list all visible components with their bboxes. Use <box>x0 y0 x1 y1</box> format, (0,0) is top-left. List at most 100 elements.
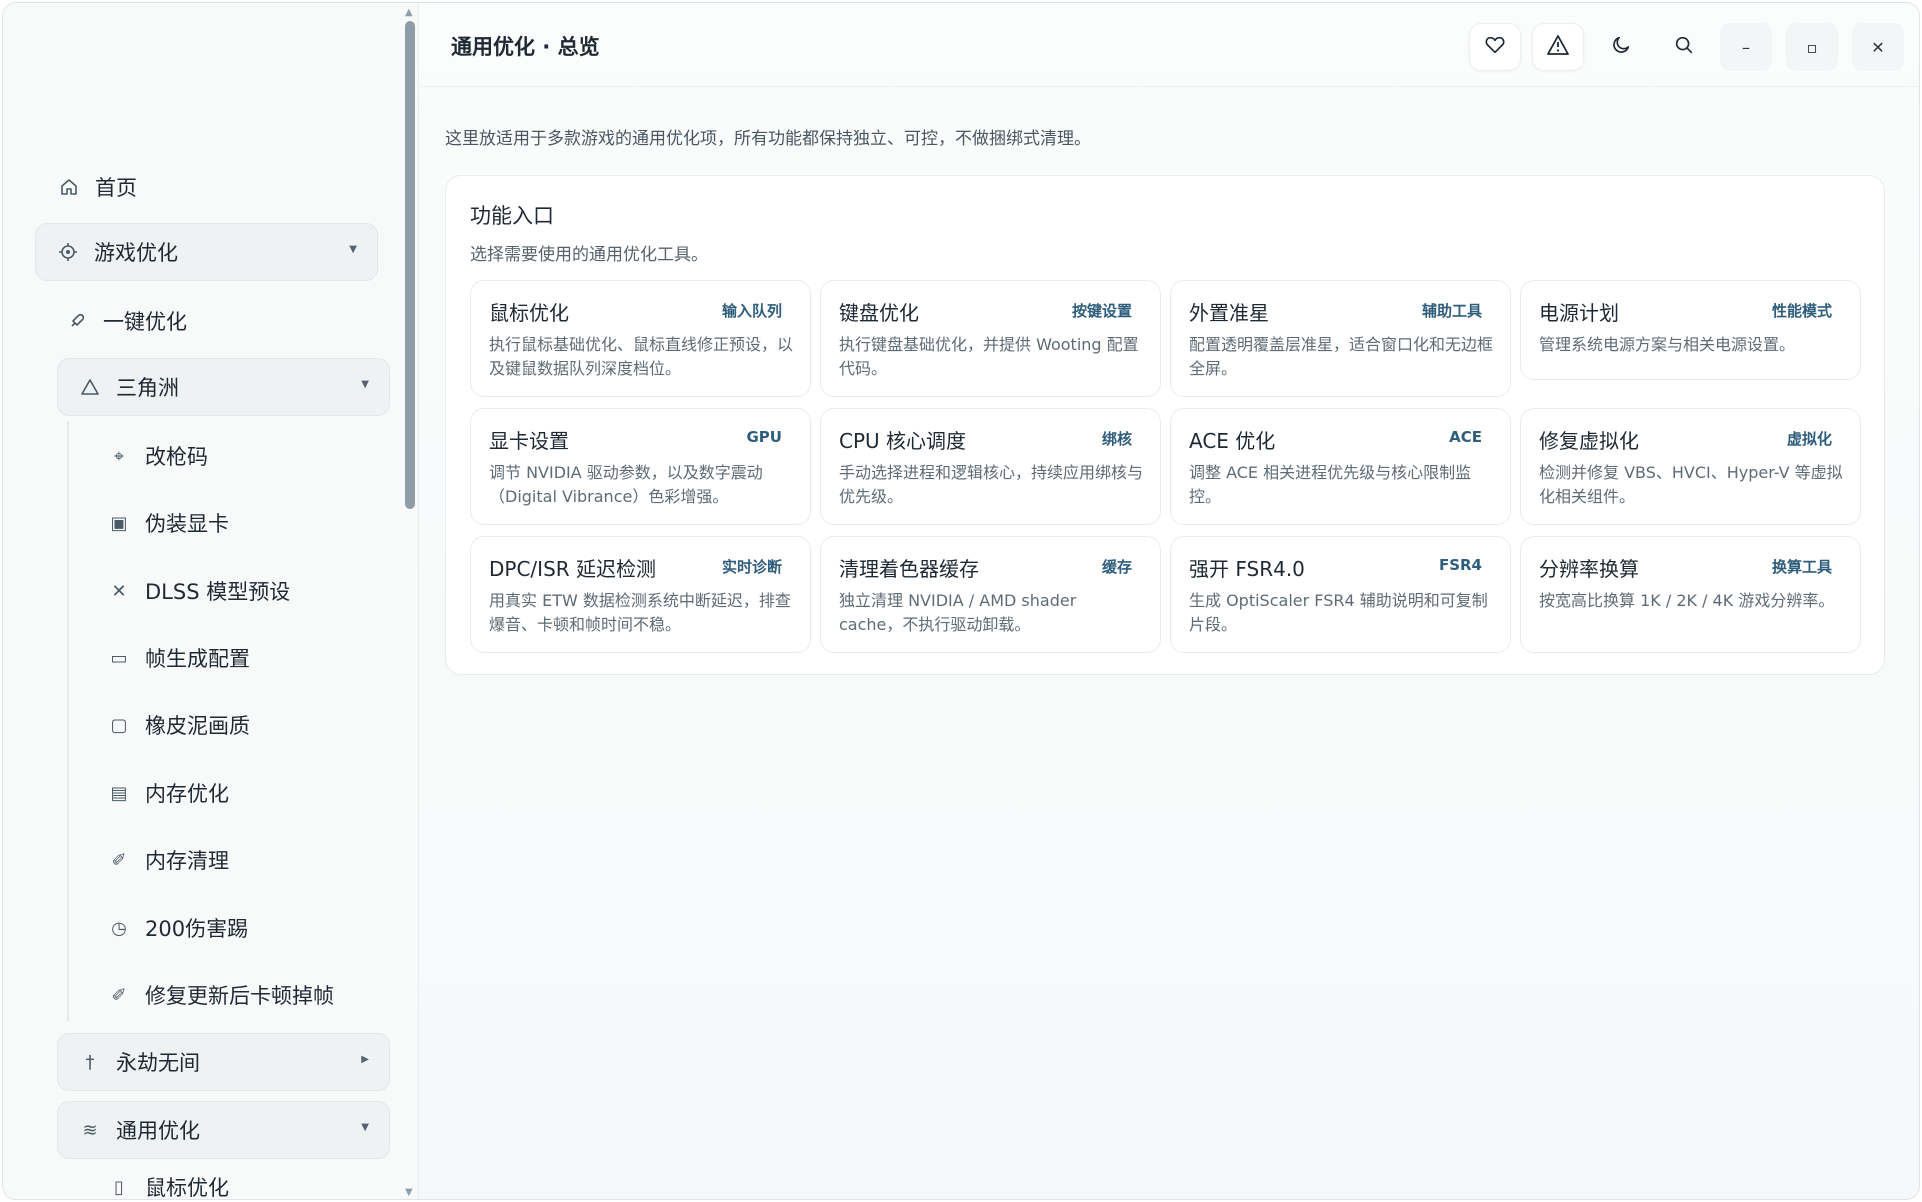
caret-down-icon: ▼ <box>361 1122 369 1133</box>
sidebar-item-label: 伪装显卡 <box>145 512 229 536</box>
sidebar-item-home[interactable]: 首页 <box>57 159 137 215</box>
card-description: 执行键盘基础优化，并提供 Wooting 配置代码。 <box>839 335 1139 378</box>
moon-icon <box>1610 34 1632 60</box>
timer-icon: ◷ <box>111 917 127 939</box>
sidebar-scrollbar-thumb[interactable] <box>405 21 415 509</box>
card-tag: 缓存 <box>1101 558 1132 576</box>
sidebar-item-one-click[interactable]: 一键优化 <box>65 293 187 349</box>
sidebar-item-label: 帧生成配置 <box>145 647 250 671</box>
warning-button[interactable] <box>1532 23 1584 71</box>
sidebar-item-label: 鼠标优化 <box>145 1176 229 1200</box>
card-power-plan[interactable]: 电源计划 性能模式 管理系统电源方案与相关电源设置。 <box>1520 280 1861 380</box>
sidebar-group-label: 永劫无间 <box>116 1051 200 1075</box>
card-tag: 按键设置 <box>1071 302 1132 320</box>
card-mouse-optimization[interactable]: 鼠标优化 输入队列 执行鼠标基础优化、鼠标直线修正预设，以及键鼠数据队列深度档位… <box>470 280 811 397</box>
sidebar-item-clay-quality[interactable]: ▢ 橡皮泥画质 <box>107 697 250 753</box>
card-tag: ACE <box>1449 428 1482 446</box>
card-title: 清理着色器缓存 <box>839 557 979 581</box>
card-description: 检测并修复 VBS、HVCI、Hyper-V 等虚拟化相关组件。 <box>1539 463 1843 506</box>
panel-title: 功能入口 <box>470 204 554 228</box>
card-description: 调节 NVIDIA 驱动参数，以及数字震动（Digital Vibrance）色… <box>489 463 763 506</box>
memory-icon: ▤ <box>110 782 128 804</box>
card-fix-virtualization[interactable]: 修复虚拟化 虚拟化 检测并修复 VBS、HVCI、Hyper-V 等虚拟化相关组… <box>1520 408 1861 525</box>
sidebar-group-general[interactable]: ≋ 通用优化 ▼ <box>57 1101 390 1159</box>
rocket-icon <box>65 311 89 331</box>
main-content: 通用优化 · 总览 – ▫ ✕ 这里放适用于多款游戏的通用优化项，所有功能都保持… <box>420 3 1919 1199</box>
maximize-button[interactable]: ▫ <box>1786 23 1838 71</box>
caret-down-icon: ▼ <box>361 379 369 390</box>
sidebar-item-frame-gen[interactable]: ▭ 帧生成配置 <box>107 630 250 686</box>
sidebar: 首页 游戏优化 ▼ 一键优化 三角洲 ▼ ⌖ 改枪码 ▣ 伪装显卡 ✕ DLSS… <box>3 3 419 1199</box>
sliders-icon: ≋ <box>82 1119 98 1141</box>
sidebar-group-label: 三角洲 <box>116 376 179 400</box>
card-clear-shader-cache[interactable]: 清理着色器缓存 缓存 独立清理 NVIDIA / AMD shader cach… <box>820 536 1161 653</box>
sidebar-group-delta[interactable]: 三角洲 ▼ <box>57 358 390 416</box>
sidebar-item-label: 首页 <box>95 176 137 200</box>
sidebar-item-mouse-opt[interactable]: ▯ 鼠标优化 <box>107 1169 229 1200</box>
caret-down-icon: ▼ <box>349 244 357 255</box>
card-external-crosshair[interactable]: 外置准星 辅助工具 配置透明覆盖层准星，适合窗口化和无边框全屏。 <box>1170 280 1511 397</box>
image-icon: ▢ <box>110 714 128 736</box>
card-description: 执行鼠标基础优化、鼠标直线修正预设，以及键鼠数据队列深度档位。 <box>489 335 794 378</box>
sidebar-item-200-kick[interactable]: ◷ 200伤害踢 <box>107 900 248 956</box>
card-tag: 性能模式 <box>1771 302 1832 320</box>
scroll-down-arrow-icon[interactable]: ▼ <box>405 1187 413 1198</box>
mouse-icon: ▯ <box>114 1176 124 1198</box>
card-tag: 辅助工具 <box>1421 302 1482 320</box>
sidebar-item-memory-clean[interactable]: ✐ 内存清理 <box>107 832 229 888</box>
card-description: 用真实 ETW 数据检测系统中断延迟，排查爆音、卡顿和帧时间不稳。 <box>489 591 791 634</box>
card-resolution-convert[interactable]: 分辨率换算 换算工具 按宽高比换算 1K / 2K / 4K 游戏分辨率。 <box>1520 536 1861 653</box>
minimize-icon: – <box>1742 37 1750 57</box>
card-title: CPU 核心调度 <box>839 429 967 453</box>
title-bar: 通用优化 · 总览 – ▫ ✕ <box>420 3 1919 87</box>
broom-icon: ✐ <box>111 849 127 871</box>
sidebar-group-game-optimization[interactable]: 游戏优化 ▼ <box>35 223 378 281</box>
card-title: 键盘优化 <box>839 301 919 325</box>
card-description: 独立清理 NVIDIA / AMD shader cache，不执行驱动卸载。 <box>839 591 1077 634</box>
sidebar-item-label: DLSS 模型预设 <box>145 580 291 604</box>
sidebar-item-fake-gpu[interactable]: ▣ 伪装显卡 <box>107 495 229 551</box>
card-description: 手动选择进程和逻辑核心，持续应用绑核与优先级。 <box>839 463 1144 506</box>
card-force-fsr4[interactable]: 强开 FSR4.0 FSR4 生成 OptiScaler FSR4 辅助说明和可… <box>1170 536 1511 653</box>
minimize-button[interactable]: – <box>1720 23 1772 71</box>
card-keyboard-optimization[interactable]: 键盘优化 按键设置 执行键盘基础优化，并提供 Wooting 配置代码。 <box>820 280 1161 397</box>
sidebar-item-label: 一键优化 <box>103 310 187 334</box>
dark-mode-button[interactable] <box>1595 23 1647 71</box>
close-button[interactable]: ✕ <box>1852 23 1904 71</box>
close-x-icon: ✕ <box>111 580 127 602</box>
card-tag: 虚拟化 <box>1786 430 1832 448</box>
card-dpc-isr-latency[interactable]: DPC/ISR 延迟检测 实时诊断 用真实 ETW 数据检测系统中断延迟，排查爆… <box>470 536 811 653</box>
card-description: 配置透明覆盖层准星，适合窗口化和无边框全屏。 <box>1189 335 1494 378</box>
favorite-button[interactable] <box>1469 23 1521 71</box>
sidebar-item-fix-stutter[interactable]: ✐ 修复更新后卡顿掉帧 <box>107 967 334 1023</box>
card-title: 显卡设置 <box>489 429 569 453</box>
sidebar-item-memory-opt[interactable]: ▤ 内存优化 <box>107 765 229 821</box>
card-tag: 实时诊断 <box>721 558 782 576</box>
maximize-icon: ▫ <box>1806 37 1818 57</box>
sidebar-item-label: 内存优化 <box>145 782 229 806</box>
tree-guide-line <box>67 421 69 1021</box>
caret-right-icon: ▶ <box>361 1054 369 1065</box>
card-description: 管理系统电源方案与相关电源设置。 <box>1539 335 1796 354</box>
card-title: 强开 FSR4.0 <box>1189 557 1305 581</box>
card-tag: 绑核 <box>1101 430 1132 448</box>
card-tag: GPU <box>746 428 783 446</box>
card-ace-optimization[interactable]: ACE 优化 ACE 调整 ACE 相关进程优先级与核心限制监控。 <box>1170 408 1511 525</box>
card-title: DPC/ISR 延迟检测 <box>489 557 657 581</box>
sword-icon: † <box>85 1051 95 1073</box>
search-icon <box>1673 34 1695 60</box>
sidebar-group-naraka[interactable]: † 永劫无间 ▶ <box>57 1033 390 1091</box>
sidebar-item-label: 修复更新后卡顿掉帧 <box>145 984 334 1008</box>
card-tag: FSR4 <box>1438 556 1482 574</box>
search-button[interactable] <box>1658 23 1710 71</box>
card-title: ACE 优化 <box>1189 429 1276 453</box>
scroll-up-arrow-icon[interactable]: ▲ <box>405 7 413 18</box>
crosshair-icon <box>56 242 80 262</box>
card-cpu-scheduling[interactable]: CPU 核心调度 绑核 手动选择进程和逻辑核心，持续应用绑核与优先级。 <box>820 408 1161 525</box>
sidebar-item-dlss-preset[interactable]: ✕ DLSS 模型预设 <box>107 563 290 619</box>
card-description: 调整 ACE 相关进程优先级与核心限制监控。 <box>1189 463 1472 506</box>
sidebar-item-gun-code[interactable]: ⌖ 改枪码 <box>107 428 208 484</box>
chip-icon: ▣ <box>110 512 128 534</box>
card-gpu-settings[interactable]: 显卡设置 GPU 调节 NVIDIA 驱动参数，以及数字震动（Digital V… <box>470 408 811 525</box>
battery-icon: ▭ <box>110 647 128 669</box>
